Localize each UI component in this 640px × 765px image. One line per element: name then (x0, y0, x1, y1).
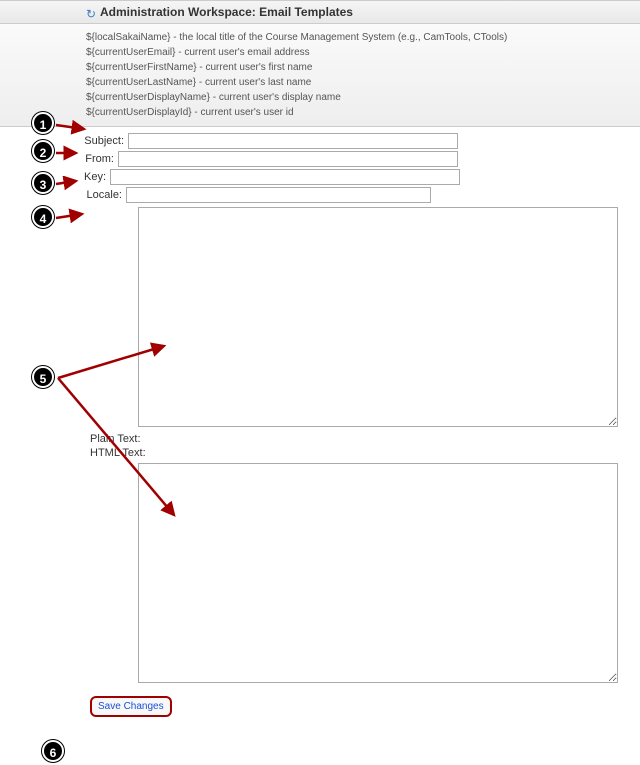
html-text-block (138, 463, 640, 686)
save-button[interactable]: Save Changes (90, 696, 172, 717)
info-line: ${currentUserDisplayId} - current user's… (86, 105, 632, 120)
form-area: Subject: From: Key: Locale: Plain Text: … (0, 127, 640, 686)
locale-input[interactable] (126, 187, 431, 203)
key-row: Key: (76, 169, 640, 185)
callout-1: 1 (32, 112, 54, 134)
info-line: ${currentUserLastName} - current user's … (86, 75, 632, 90)
refresh-icon[interactable]: ↻ (86, 7, 96, 21)
info-line: ${currentUserEmail} - current user's ema… (86, 45, 632, 60)
callout-6: 6 (42, 740, 64, 762)
html-text-area[interactable] (138, 463, 618, 683)
key-input[interactable] (110, 169, 460, 185)
page-header: ↻ Administration Workspace: Email Templa… (0, 0, 640, 24)
from-label: From: (76, 153, 118, 165)
html-text-label: HTML Text: (90, 446, 640, 460)
plain-text-area[interactable] (138, 207, 618, 427)
info-line: ${currentUserDisplayName} - current user… (86, 90, 632, 105)
from-input[interactable] (118, 151, 458, 167)
locale-row: Locale: (76, 187, 640, 203)
callout-2: 2 (32, 140, 54, 162)
plain-text-label: Plain Text: (90, 432, 640, 446)
callout-5: 5 (32, 366, 54, 388)
info-line: ${localSakaiName} - the local title of t… (86, 30, 632, 45)
subject-row: Subject: (76, 133, 640, 149)
key-label: Key: (76, 171, 110, 183)
subject-input[interactable] (128, 133, 458, 149)
callout-3: 3 (32, 172, 54, 194)
textarea-labels: Plain Text: HTML Text: (90, 432, 640, 461)
locale-label: Locale: (76, 189, 126, 201)
from-row: From: (76, 151, 640, 167)
plain-text-block (138, 207, 640, 430)
subject-label: Subject: (76, 135, 128, 147)
callout-4: 4 (32, 206, 54, 228)
info-line: ${currentUserFirstName} - current user's… (86, 60, 632, 75)
page-title: Administration Workspace: Email Template… (100, 5, 353, 19)
info-box: ${localSakaiName} - the local title of t… (0, 24, 640, 127)
